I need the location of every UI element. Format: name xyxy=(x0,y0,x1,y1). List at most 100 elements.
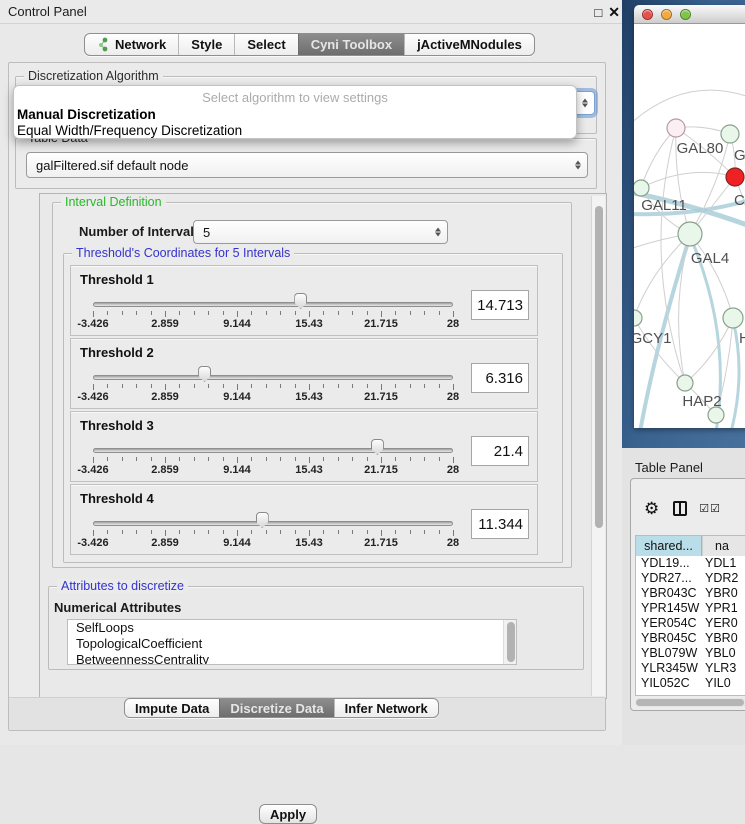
network-node[interactable] xyxy=(667,119,685,137)
table-cell-name[interactable]: YBL0 xyxy=(702,646,745,661)
table-row[interactable]: YLR345WYLR3 xyxy=(636,661,745,676)
table-cell-name[interactable]: YLR3 xyxy=(702,661,745,676)
table-cell-shared-name[interactable]: YDR27... xyxy=(636,571,702,586)
table-row[interactable]: YIL052CYIL0 xyxy=(636,676,745,691)
scale-label: 2.859 xyxy=(151,318,179,330)
tab-impute-data[interactable]: Impute Data xyxy=(125,699,219,717)
close-traffic-light-icon[interactable] xyxy=(642,9,653,20)
threshold-value-field[interactable] xyxy=(471,436,529,466)
threshold-value-field[interactable] xyxy=(471,290,529,320)
attribute-item[interactable]: SelfLoops xyxy=(68,620,516,636)
table-horizontal-scrollbar-thumb[interactable] xyxy=(636,699,744,706)
scale-label: 21.715 xyxy=(364,464,398,476)
threshold-value-field[interactable] xyxy=(471,363,529,393)
attribute-item[interactable]: BetweennessCentrality xyxy=(68,652,516,665)
network-node[interactable] xyxy=(678,222,702,246)
zoom-traffic-light-icon[interactable] xyxy=(680,9,691,20)
table-row[interactable]: YBL079WYBL0 xyxy=(636,646,745,661)
tick-mark xyxy=(381,311,382,317)
threshold-slider-track[interactable] xyxy=(93,448,453,453)
network-node[interactable] xyxy=(634,310,642,326)
tick-mark xyxy=(194,457,195,461)
table-cell-shared-name[interactable]: YLR345W xyxy=(636,661,702,676)
table-row[interactable]: YER054CYER0 xyxy=(636,616,745,631)
apply-button[interactable]: Apply xyxy=(259,804,317,824)
threshold-slider-track[interactable] xyxy=(93,375,453,380)
tick-mark xyxy=(453,311,454,317)
settings-scrollbar-thumb[interactable] xyxy=(595,206,603,528)
stepper-icon xyxy=(582,99,588,108)
table-data-group: Table Data galFiltered.sif default node xyxy=(15,138,597,189)
tab-infer-network[interactable]: Infer Network xyxy=(334,699,438,717)
table-cell-shared-name[interactable]: YBL079W xyxy=(636,646,702,661)
gear-icon[interactable]: ⚙ xyxy=(644,500,659,517)
table-cell-shared-name[interactable]: YBR043C xyxy=(636,586,702,601)
scale-label: 21.715 xyxy=(364,318,398,330)
tick-mark xyxy=(439,530,440,534)
table-cell-name[interactable]: YPR1 xyxy=(702,601,745,616)
table-cell-name[interactable]: YER0 xyxy=(702,616,745,631)
tab-jactivemnodules[interactable]: jActiveMNodules xyxy=(404,34,534,55)
tab-network[interactable]: Network xyxy=(85,34,178,55)
threshold-slider-track[interactable] xyxy=(93,521,453,526)
network-node[interactable] xyxy=(634,180,649,196)
table-cell-shared-name[interactable]: YIL052C xyxy=(636,676,702,691)
table-cell-name[interactable]: YIL0 xyxy=(702,676,745,691)
attributes-scrollbar[interactable] xyxy=(503,620,516,664)
tick-mark xyxy=(395,311,396,315)
column-header-shared-name[interactable]: shared... xyxy=(636,536,702,556)
tab-cyni-toolbox[interactable]: Cyni Toolbox xyxy=(298,34,404,55)
cyni-toolbox-panel: Discretization Algorithm Select algorith… xyxy=(8,62,606,731)
table-row[interactable]: YBR045CYBR0 xyxy=(636,631,745,646)
network-edge xyxy=(634,90,745,124)
table-cell-shared-name[interactable]: YBR045C xyxy=(636,631,702,646)
close-panel-icon[interactable]: ✕ xyxy=(608,5,620,19)
network-desktop: GAL80GACGAL11GAL4GCY1HHAP2 xyxy=(622,0,745,448)
table-row[interactable]: YPR145WYPR1 xyxy=(636,601,745,616)
network-canvas[interactable]: GAL80GACGAL11GAL4GCY1HHAP2 xyxy=(634,24,745,428)
algorithm-option-manual[interactable]: Manual Discretization xyxy=(17,107,156,122)
tab-style[interactable]: Style xyxy=(178,34,234,55)
tick-mark xyxy=(93,384,94,390)
threshold-slider-scale: -3.4262.8599.14415.4321.71528 xyxy=(93,537,453,551)
minimize-traffic-light-icon[interactable] xyxy=(661,9,672,20)
table-cell-shared-name[interactable]: YER054C xyxy=(636,616,702,631)
column-header-name[interactable]: na xyxy=(702,536,745,556)
tick-mark xyxy=(208,457,209,461)
table-row[interactable]: YDL19...YDL1 xyxy=(636,556,745,571)
threshold-slider-track[interactable] xyxy=(93,302,453,307)
control-panel-titlebar: Control Panel □ ✕ xyxy=(0,0,622,24)
table-cell-shared-name[interactable]: YPR145W xyxy=(636,601,702,616)
tick-mark xyxy=(424,384,425,388)
table-cell-shared-name[interactable]: YDL19... xyxy=(636,556,702,571)
algorithm-option-equal-width[interactable]: Equal Width/Frequency Discretization xyxy=(17,123,242,138)
table-horizontal-scrollbar[interactable] xyxy=(635,698,745,707)
table-row[interactable]: YBR043CYBR0 xyxy=(636,586,745,601)
attributes-scrollbar-thumb[interactable] xyxy=(507,622,515,662)
float-window-icon[interactable]: □ xyxy=(594,6,602,19)
table-cell-name[interactable]: YDL1 xyxy=(702,556,745,571)
network-node-label: HAP2 xyxy=(682,393,721,410)
table-cell-name[interactable]: YBR0 xyxy=(702,631,745,646)
network-node[interactable] xyxy=(721,125,739,143)
network-node[interactable] xyxy=(723,308,743,328)
table-data-combobox[interactable]: galFiltered.sif default node xyxy=(26,152,588,178)
table-cell-name[interactable]: YBR0 xyxy=(702,586,745,601)
tick-mark xyxy=(251,530,252,534)
table-row[interactable]: YDR27...YDR2 xyxy=(636,571,745,586)
scale-label: 9.144 xyxy=(223,318,251,330)
network-node[interactable] xyxy=(677,375,693,391)
network-graph[interactable]: GAL80GACGAL11GAL4GCY1HHAP2 xyxy=(634,24,745,428)
tab-select[interactable]: Select xyxy=(234,34,297,55)
tab-discretize-data[interactable]: Discretize Data xyxy=(219,699,333,717)
column-split-icon[interactable] xyxy=(673,501,687,516)
number-of-intervals-combobox[interactable]: 5 xyxy=(193,220,448,244)
node-table: shared... na YDL19...YDL1YDR27...YDR2YBR… xyxy=(635,535,745,696)
settings-scrollbar[interactable] xyxy=(591,196,605,696)
network-node[interactable] xyxy=(726,168,744,186)
attribute-item[interactable]: TopologicalCoefficient xyxy=(68,636,516,652)
table-cell-name[interactable]: YDR2 xyxy=(702,571,745,586)
select-columns-checkbox-icons[interactable]: ☑☑ xyxy=(699,502,721,515)
threshold-value-field[interactable] xyxy=(471,509,529,539)
algorithm-placeholder-option[interactable]: Select algorithm to view settings xyxy=(14,90,576,105)
